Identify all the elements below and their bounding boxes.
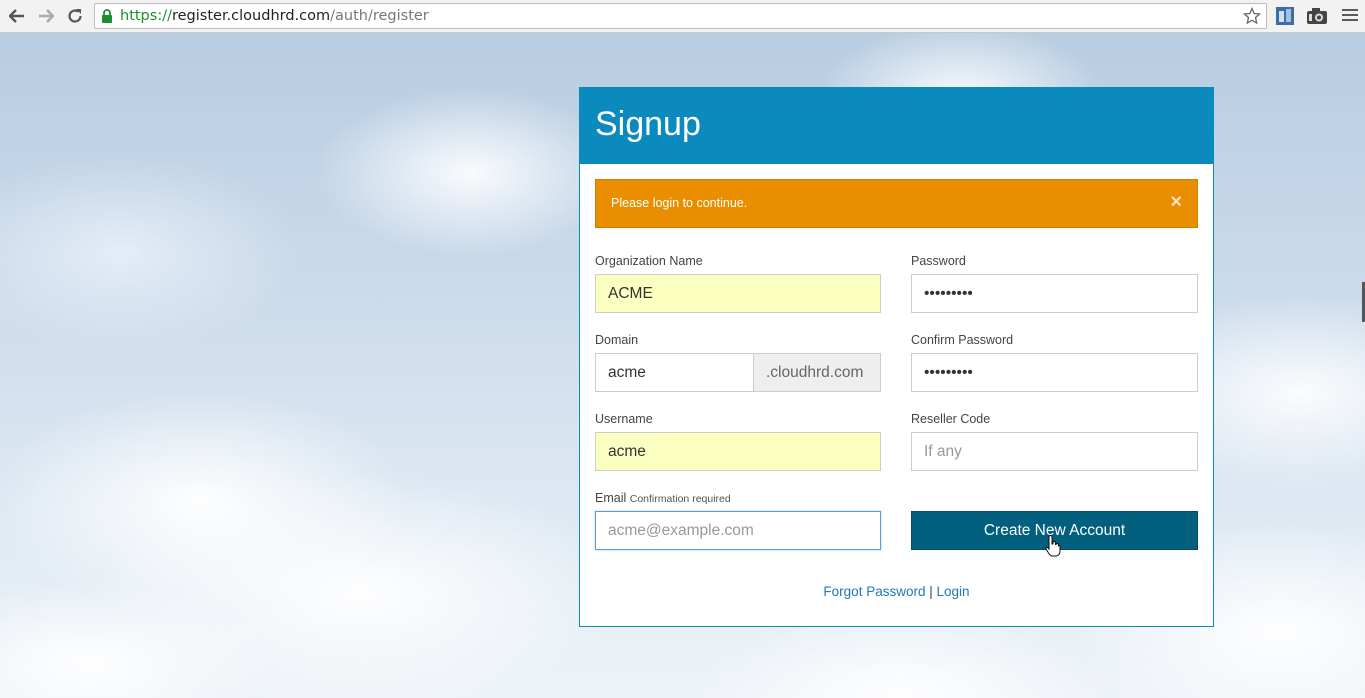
forgot-password-link[interactable]: Forgot Password: [823, 584, 925, 599]
page-title: Signup: [595, 105, 701, 143]
alert-message: Please login to continue.: [611, 196, 748, 210]
login-alert: Please login to continue. ×: [595, 179, 1198, 228]
back-arrow-icon: [9, 9, 24, 23]
reload-button[interactable]: [64, 5, 86, 27]
confirm-password-input[interactable]: [911, 353, 1198, 392]
forward-button[interactable]: [35, 5, 57, 27]
url-scheme: https://: [120, 8, 172, 24]
reload-icon: [68, 9, 82, 23]
password-input[interactable]: [911, 274, 1198, 313]
back-button[interactable]: [6, 5, 28, 27]
browser-toolbar: https://register.cloudhrd.com/auth/regis…: [0, 0, 1365, 33]
lock-icon: [102, 9, 112, 23]
forward-arrow-icon: [39, 9, 54, 23]
signup-panel: Signup Please login to continue. × Organ…: [579, 87, 1214, 627]
extension-camera-icon[interactable]: [1306, 6, 1327, 26]
alert-close-icon[interactable]: ×: [1170, 192, 1182, 212]
organization-input[interactable]: [595, 274, 881, 313]
email-label-text: Email: [595, 491, 627, 505]
bookmark-star-icon[interactable]: [1243, 7, 1261, 25]
url-host: register.cloudhrd.com: [171, 8, 331, 24]
extension-ldap-icon[interactable]: [1275, 6, 1295, 26]
email-label: Email Confirmation required: [595, 491, 731, 505]
username-label: Username: [595, 412, 653, 426]
email-input[interactable]: [595, 511, 881, 550]
address-bar[interactable]: https://register.cloudhrd.com/auth/regis…: [94, 3, 1267, 29]
organization-label: Organization Name: [595, 254, 703, 268]
email-hint: Confirmation required: [629, 493, 731, 505]
url-path: /auth/register: [330, 8, 429, 24]
footer-links: Forgot Password | Login: [580, 584, 1213, 599]
panel-header: Signup: [580, 88, 1213, 164]
browser-menu-button[interactable]: [1342, 7, 1358, 25]
domain-suffix: .cloudhrd.com: [754, 353, 881, 392]
hand-cursor-icon: [1045, 535, 1061, 557]
domain-input[interactable]: [595, 353, 754, 392]
username-input[interactable]: [595, 432, 881, 471]
reseller-code-label: Reseller Code: [911, 412, 991, 426]
password-label: Password: [911, 254, 966, 268]
link-separator: |: [929, 584, 933, 599]
confirm-password-label: Confirm Password: [911, 333, 1014, 347]
login-link[interactable]: Login: [937, 584, 970, 599]
domain-label: Domain: [595, 333, 639, 347]
reseller-code-input[interactable]: [911, 432, 1198, 471]
url-text: https://register.cloudhrd.com/auth/regis…: [120, 8, 429, 24]
